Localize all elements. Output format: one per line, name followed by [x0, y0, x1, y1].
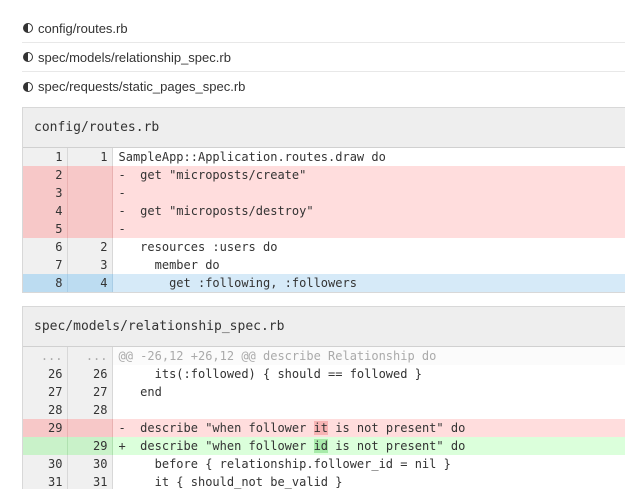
old-line-number[interactable]: 6: [23, 238, 68, 256]
expand-lines-new[interactable]: ...: [67, 347, 113, 365]
diff-line-deleted: 2 - get "microposts/create": [23, 166, 625, 184]
word-diff-highlight: id: [313, 439, 329, 453]
file-path: config/routes.rb: [38, 20, 128, 36]
half-circle-icon: [23, 81, 33, 92]
word-diff-highlight: it: [313, 421, 329, 435]
file-path: spec/models/relationship_spec.rb: [38, 49, 231, 65]
line-code: - describe "when follower it is not pres…: [112, 419, 625, 437]
new-line-number[interactable]: 31: [67, 473, 113, 489]
diff-line-context: 30 30 before { relationship.follower_id …: [23, 455, 625, 473]
diff-table: 1 1 SampleApp::Application.routes.draw d…: [23, 148, 625, 292]
new-line-number[interactable]: [67, 419, 113, 437]
file-list-item-static-pages-spec[interactable]: spec/requests/static_pages_spec.rb: [22, 72, 625, 101]
old-line-number[interactable]: 4: [23, 202, 68, 220]
code-text: - describe "when follower: [118, 421, 314, 435]
old-line-number[interactable]: 5: [23, 220, 68, 238]
diff-file-title: config/routes.rb: [34, 120, 160, 135]
diff-file-relationship-spec: spec/models/relationship_spec.rb ... ...…: [22, 306, 625, 489]
diff-line-deleted: 4 - get "microposts/destroy": [23, 202, 625, 220]
diff-line-deleted: 3 -: [23, 184, 625, 202]
old-line-number[interactable]: 29: [23, 419, 68, 437]
diff-line-selected: 8 4 get :following, :followers: [23, 274, 625, 292]
new-line-number[interactable]: 27: [67, 383, 113, 401]
diff-line-deleted: 5 -: [23, 220, 625, 238]
new-line-number[interactable]: 26: [67, 365, 113, 383]
file-list-item-routes[interactable]: config/routes.rb: [22, 14, 625, 43]
code-text: + describe "when follower: [118, 439, 314, 453]
new-line-number[interactable]: [67, 184, 113, 202]
half-circle-icon: [23, 52, 33, 62]
diff-file-header: config/routes.rb: [23, 108, 625, 148]
diff-line-context: 31 31 it { should_not be_valid }: [23, 473, 625, 489]
diff-file-title: spec/models/relationship_spec.rb: [34, 319, 285, 334]
new-line-number[interactable]: 4: [67, 274, 113, 292]
old-line-number[interactable]: 28: [23, 401, 68, 419]
old-line-number[interactable]: 7: [23, 256, 68, 274]
old-line-number[interactable]: 3: [23, 184, 68, 202]
line-code: before { relationship.follower_id = nil …: [118, 457, 451, 471]
diff-line-deleted: 29 - describe "when follower it is not p…: [23, 419, 625, 437]
new-line-number[interactable]: 30: [67, 455, 113, 473]
file-path: spec/requests/static_pages_spec.rb: [38, 79, 246, 94]
code-text: is not present" do: [328, 439, 466, 453]
diff-hunk-header: ... ... @@ -26,12 +26,12 @@ describe Rel…: [23, 347, 625, 365]
diff-file-header: spec/models/relationship_spec.rb: [23, 307, 625, 347]
line-code: -: [112, 184, 625, 202]
new-line-number[interactable]: [67, 202, 113, 220]
old-line-number[interactable]: 27: [23, 383, 68, 401]
code-text: is not present" do: [328, 421, 466, 435]
line-code: SampleApp::Application.routes.draw do: [118, 150, 386, 164]
diff-line-context: 27 27 end: [23, 383, 625, 401]
line-code: + describe "when follower id is not pres…: [112, 437, 625, 455]
line-code: end: [118, 385, 162, 399]
old-line-number[interactable]: [23, 437, 68, 455]
diff-line-added: 29 + describe "when follower id is not p…: [23, 437, 625, 455]
line-code: get :following, :followers: [112, 274, 625, 292]
line-code: its(:followed) { should == followed }: [118, 367, 422, 381]
line-code: -: [112, 220, 625, 238]
old-line-number[interactable]: 1: [23, 148, 68, 166]
line-code: member do: [118, 258, 220, 272]
new-line-number[interactable]: 1: [67, 148, 113, 166]
changed-files-list: config/routes.rb spec/models/relationshi…: [22, 14, 625, 101]
new-line-number[interactable]: [67, 166, 113, 184]
diff-line-context: 7 3 member do: [23, 256, 625, 274]
old-line-number[interactable]: 31: [23, 473, 68, 489]
line-code: - get "microposts/create": [112, 166, 625, 184]
line-code: [112, 401, 625, 419]
old-line-number[interactable]: 26: [23, 365, 68, 383]
half-circle-icon: [23, 23, 33, 33]
hunk-header-text: @@ -26,12 +26,12 @@ describe Relationshi…: [112, 347, 625, 365]
old-line-number[interactable]: 2: [23, 166, 68, 184]
new-line-number[interactable]: 28: [67, 401, 113, 419]
new-line-number[interactable]: [67, 220, 113, 238]
diff-line-context: 26 26 its(:followed) { should == followe…: [23, 365, 625, 383]
expand-lines-old[interactable]: ...: [23, 347, 68, 365]
diff-line-context: 28 28: [23, 401, 625, 419]
new-line-number[interactable]: 2: [67, 238, 113, 256]
diff-table: ... ... @@ -26,12 +26,12 @@ describe Rel…: [23, 347, 625, 489]
line-code: it { should_not be_valid }: [118, 475, 343, 489]
new-line-number[interactable]: 29: [67, 437, 113, 455]
line-code: - get "microposts/destroy": [112, 202, 625, 220]
file-list-item-relationship-spec[interactable]: spec/models/relationship_spec.rb: [22, 43, 625, 72]
old-line-number[interactable]: 8: [23, 274, 68, 292]
diff-file-routes: config/routes.rb 1 1 SampleApp::Applicat…: [22, 107, 625, 293]
diff-line-context: 1 1 SampleApp::Application.routes.draw d…: [23, 148, 625, 166]
new-line-number[interactable]: 3: [67, 256, 113, 274]
line-code: resources :users do: [118, 240, 278, 254]
old-line-number[interactable]: 30: [23, 455, 68, 473]
diff-line-context: 6 2 resources :users do: [23, 238, 625, 256]
